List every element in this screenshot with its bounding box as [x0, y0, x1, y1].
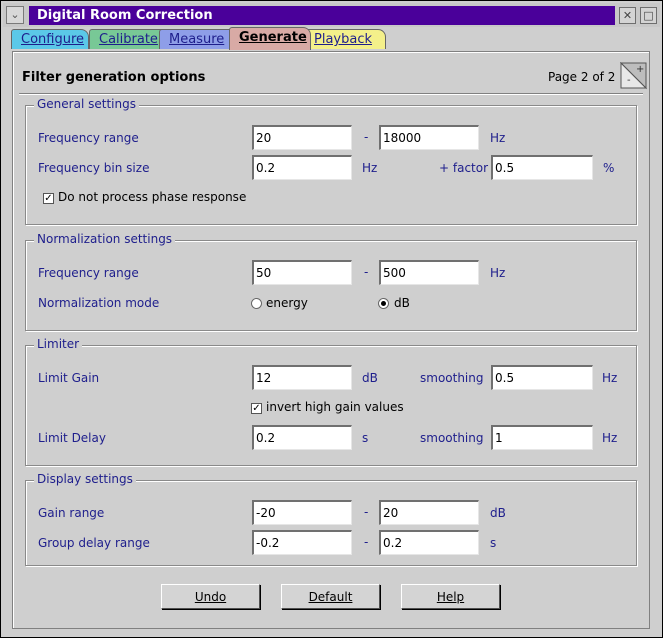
- phase-response-label[interactable]: Do not process phase response: [58, 190, 246, 204]
- frequency-min-input[interactable]: [252, 125, 352, 150]
- limit-gain-label: Limit Gain: [38, 371, 100, 385]
- bin-size-label: Frequency bin size: [38, 161, 150, 175]
- tab-playback[interactable]: Playback: [304, 29, 386, 49]
- group-delay-min-input[interactable]: [252, 530, 352, 555]
- unit-label: %: [603, 161, 615, 175]
- frequency-range-label: Frequency range: [38, 131, 139, 145]
- energy-radio-label[interactable]: energy: [266, 296, 308, 310]
- range-separator: -: [364, 130, 369, 144]
- normalization-frequency-max-input[interactable]: [379, 260, 479, 285]
- factor-input[interactable]: [491, 155, 593, 180]
- unit-label: Hz: [362, 161, 378, 175]
- maximize-icon[interactable]: □: [640, 7, 657, 24]
- range-separator: -: [364, 535, 369, 549]
- group-title: Display settings: [34, 472, 136, 486]
- tab-bar: Configure Calibrate Measure Generate Pla…: [11, 27, 411, 51]
- group-delay-range-label: Group delay range: [38, 536, 150, 550]
- normalization-settings-group: Normalization settings Frequency range -…: [25, 232, 637, 331]
- gain-smoothing-label: smoothing: [420, 371, 484, 385]
- frequency-max-input[interactable]: [379, 125, 479, 150]
- delay-smoothing-input[interactable]: [491, 425, 593, 450]
- group-delay-max-input[interactable]: [379, 530, 479, 555]
- next-page-icon[interactable]: +: [636, 65, 644, 75]
- default-button[interactable]: Default: [281, 584, 380, 609]
- energy-radio[interactable]: [251, 298, 262, 309]
- title-bar: ⌄ Digital Room Correction ✕ □: [3, 3, 660, 27]
- phase-response-checkbox[interactable]: ✓: [43, 193, 54, 204]
- help-button[interactable]: Help: [401, 584, 500, 609]
- invert-high-gain-label[interactable]: invert high gain values: [266, 400, 404, 414]
- gain-range-label: Gain range: [38, 506, 105, 520]
- range-separator: -: [364, 505, 369, 519]
- gain-range-min-input[interactable]: [252, 500, 352, 525]
- panel-title: Filter generation options: [22, 70, 206, 85]
- filter-options-panel: Filter generation options Page 2 of 2 - …: [12, 51, 650, 629]
- unit-label: Hz: [490, 131, 506, 145]
- window-title: Digital Room Correction: [29, 6, 615, 25]
- display-settings-group: Display settings Gain range - dB Group d…: [25, 472, 637, 566]
- limit-delay-label: Limit Delay: [38, 431, 106, 445]
- general-settings-group: General settings Frequency range - Hz Fr…: [25, 97, 637, 225]
- tab-generate[interactable]: Generate: [229, 27, 311, 50]
- unit-label: dB: [362, 371, 378, 385]
- page-turn-icon[interactable]: - +: [619, 61, 648, 90]
- unit-label: s: [490, 536, 497, 550]
- tab-measure[interactable]: Measure: [159, 29, 239, 49]
- app-window: ⌄ Digital Room Correction ✕ □ Configure …: [0, 0, 663, 638]
- normalization-mode-label: Normalization mode: [38, 296, 160, 310]
- header-divider: [19, 93, 643, 95]
- page-indicator: Page 2 of 2: [548, 70, 616, 84]
- group-title: Normalization settings: [34, 232, 176, 246]
- unit-label: s: [362, 431, 369, 445]
- limit-delay-input[interactable]: [252, 425, 352, 450]
- normalization-frequency-min-input[interactable]: [252, 260, 352, 285]
- invert-high-gain-checkbox[interactable]: ✓: [251, 403, 262, 414]
- unit-label: dB: [490, 506, 506, 520]
- limiter-group: Limiter Limit Gain dB smoothing Hz ✓ inv…: [25, 337, 637, 466]
- factor-label: + factor: [439, 161, 489, 175]
- bin-size-input[interactable]: [252, 155, 352, 180]
- close-icon[interactable]: ✕: [619, 7, 636, 24]
- normalization-frequency-range-label: Frequency range: [38, 266, 139, 280]
- unit-label: Hz: [490, 266, 506, 280]
- gain-range-max-input[interactable]: [379, 500, 479, 525]
- group-title: General settings: [34, 97, 139, 111]
- unit-label: Hz: [602, 371, 618, 385]
- db-radio[interactable]: [378, 298, 389, 309]
- undo-button[interactable]: Undo: [161, 584, 260, 609]
- system-menu-icon[interactable]: ⌄: [6, 6, 24, 24]
- delay-smoothing-label: smoothing: [420, 431, 484, 445]
- tab-configure[interactable]: Configure: [11, 29, 89, 49]
- tab-calibrate[interactable]: Calibrate: [89, 29, 169, 49]
- group-title: Limiter: [34, 337, 83, 351]
- range-separator: -: [364, 265, 369, 279]
- db-radio-label[interactable]: dB: [394, 296, 410, 310]
- limit-gain-input[interactable]: [252, 365, 352, 390]
- unit-label: Hz: [602, 431, 618, 445]
- gain-smoothing-input[interactable]: [491, 365, 593, 390]
- prev-page-icon[interactable]: -: [627, 76, 631, 86]
